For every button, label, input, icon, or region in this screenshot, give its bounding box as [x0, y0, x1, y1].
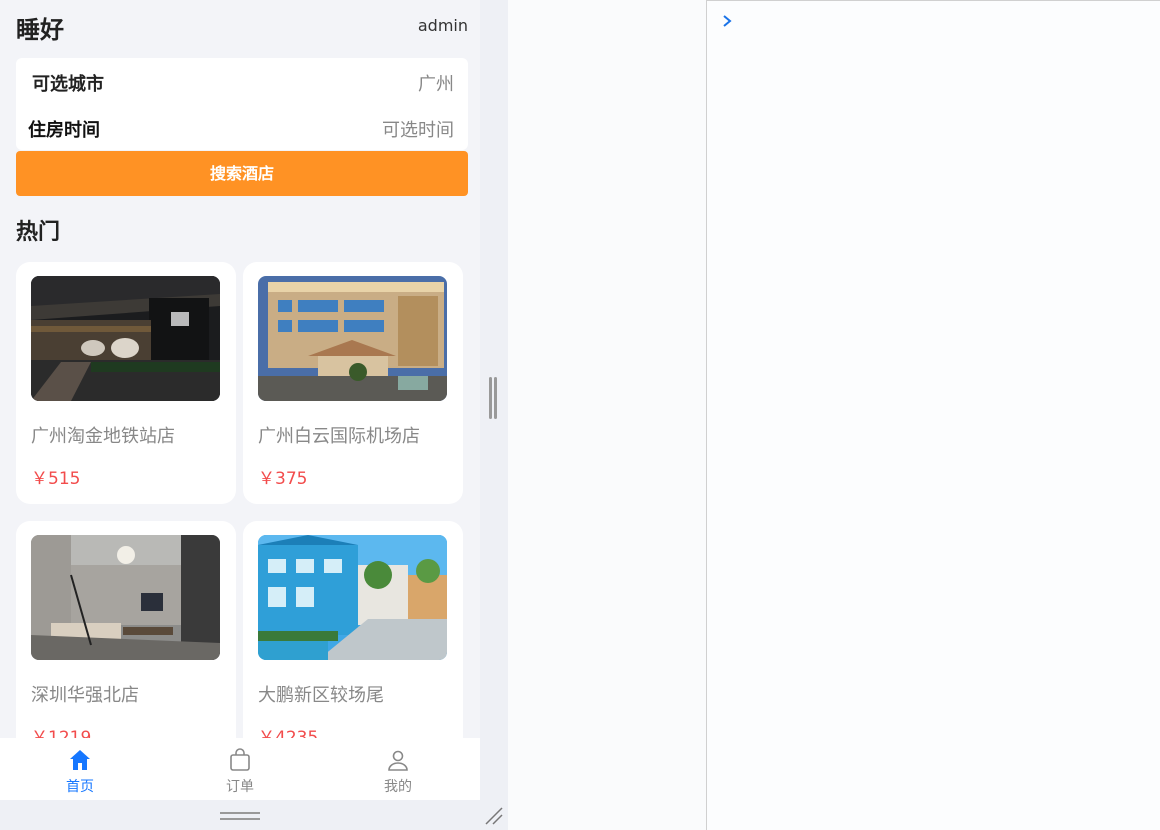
seaside-street-blue-buildings-photo [258, 535, 447, 660]
stay-time-label: 住房时间 [28, 120, 100, 141]
home-icon [70, 750, 90, 770]
date-selector[interactable]: 住房时间 可选时间 [16, 104, 468, 150]
shopping-bag-icon [230, 748, 250, 771]
hotel-card[interactable]: 广州白云国际机场店 ￥375 [243, 262, 463, 504]
hotel-name: 广州淘金地铁站店 [31, 426, 175, 447]
resize-corner-icon[interactable] [484, 806, 504, 826]
hotel-entrance-night-photo [31, 276, 220, 401]
city-value[interactable]: 广州 [418, 70, 454, 96]
hotel-room-interior-photo [31, 535, 220, 660]
horizontal-resize-handle[interactable] [220, 812, 260, 820]
city-label: 可选城市 [32, 74, 104, 95]
city-selector[interactable]: 可选城市 广州 [16, 58, 468, 104]
vertical-resize-handle[interactable] [488, 377, 498, 419]
app-header: 睡好 admin [16, 10, 468, 46]
hotel-name: 深圳华强北店 [31, 685, 139, 706]
tab-home[interactable]: 首页 [20, 738, 140, 800]
hotel-card[interactable]: 大鹏新区较场尾 ￥4235 [243, 521, 463, 763]
hotel-card[interactable]: 广州淘金地铁站店 ￥515 [16, 262, 236, 504]
tab-orders[interactable]: 订单 [180, 738, 300, 800]
simulator-pane: 睡好 admin 可选城市 广州 住房时间 可选时间 搜索酒店 热门 广州淘金地… [0, 0, 508, 830]
tab-label: 订单 [226, 779, 254, 795]
hotel-name: 广州白云国际机场店 [258, 426, 420, 447]
hotel-building-facade-photo [258, 276, 447, 401]
tab-label: 我的 [384, 779, 412, 795]
stay-time-value[interactable]: 可选时间 [382, 116, 454, 142]
chevron-right-icon[interactable] [721, 13, 735, 29]
blank-pane [508, 0, 706, 830]
hotel-name: 大鹏新区较场尾 [258, 685, 384, 706]
hot-section-title: 热门 [16, 220, 61, 245]
app-title: 睡好 [16, 16, 64, 44]
username[interactable]: admin [418, 16, 468, 35]
search-hotel-button[interactable]: 搜索酒店 [16, 151, 468, 196]
search-card: 可选城市 广州 住房时间 可选时间 [16, 58, 468, 150]
console-pane[interactable] [706, 0, 1160, 830]
user-icon [388, 750, 408, 771]
hotel-price: ￥375 [258, 469, 308, 489]
hotel-card[interactable]: 深圳华强北店 ￥1219 [16, 521, 236, 763]
hotel-price: ￥515 [31, 469, 81, 489]
tab-label: 首页 [66, 779, 94, 795]
tab-profile[interactable]: 我的 [338, 738, 458, 800]
bottom-tab-bar: 首页 订单 我的 [0, 738, 480, 800]
phone-screen: 睡好 admin 可选城市 广州 住房时间 可选时间 搜索酒店 热门 广州淘金地… [0, 0, 480, 800]
